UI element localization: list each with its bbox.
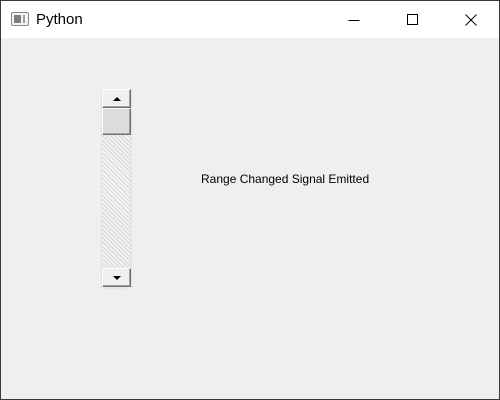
app-icon-pane — [14, 15, 21, 23]
scroll-down-button[interactable] — [102, 268, 131, 287]
vertical-scrollbar[interactable] — [101, 89, 132, 289]
close-icon — [465, 13, 477, 26]
maximize-icon — [407, 13, 418, 25]
minimize-icon — [348, 19, 360, 21]
minimize-button[interactable] — [331, 1, 377, 38]
maximize-button[interactable] — [390, 1, 436, 38]
scrollbar-thumb[interactable] — [102, 108, 131, 135]
arrow-up-icon — [112, 96, 121, 101]
window-client-area: Range Changed Signal Emitted — [1, 38, 499, 399]
scroll-up-button[interactable] — [102, 89, 131, 108]
window-title: Python — [36, 11, 83, 28]
app-window: Python Range Changed Signal Emitted — [0, 0, 500, 400]
close-button[interactable] — [448, 1, 494, 38]
app-icon-pane-small — [23, 15, 25, 23]
arrow-down-icon — [112, 275, 121, 280]
app-window-icon — [11, 12, 29, 26]
status-label: Range Changed Signal Emitted — [201, 172, 370, 186]
title-bar[interactable]: Python — [1, 1, 499, 38]
